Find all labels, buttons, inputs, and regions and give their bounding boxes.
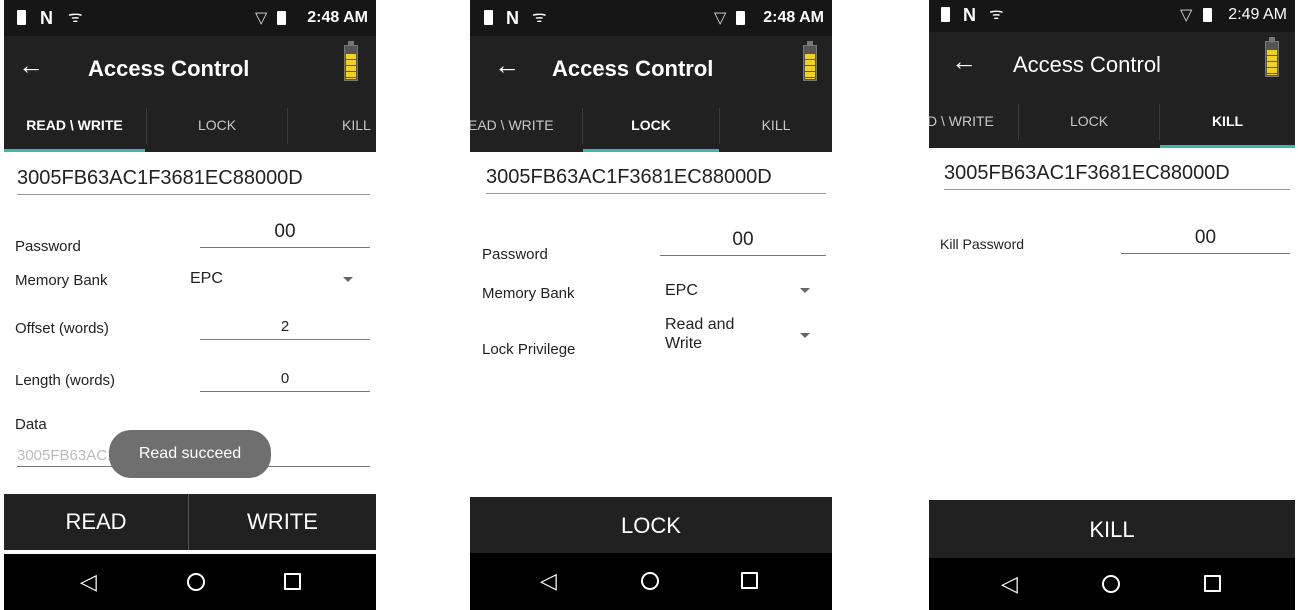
status-bar: N ᯤ ▽ 2:49 AM (929, 0, 1295, 32)
battery-small-icon (484, 10, 493, 25)
back-arrow-icon[interactable]: ← (951, 46, 977, 76)
signal-icon: ᯤ (532, 9, 547, 26)
n-icon: N (506, 8, 519, 28)
tab-kill[interactable]: KILL (720, 100, 832, 152)
password-label: Password (482, 246, 548, 263)
tab-read-write[interactable]: READ \ WRITE (4, 100, 145, 152)
n-icon: N (40, 8, 53, 28)
nav-bar: ◁ (4, 554, 376, 610)
tab-bar: D \ WRITE LOCK KILL (929, 96, 1295, 148)
nav-recent-icon[interactable] (741, 572, 758, 589)
app-bar: ← Access Control (929, 32, 1295, 96)
password-input[interactable]: 00 (200, 221, 370, 248)
status-bar: N ᯤ ▽ 2:48 AM (470, 0, 832, 36)
reader-battery-icon (1265, 37, 1279, 77)
tab-kill[interactable]: KILL (324, 100, 376, 152)
tab-read-write[interactable]: D \ WRITE (929, 96, 1015, 148)
clock: 2:49 AM (1228, 6, 1287, 23)
memory-bank-label: Memory Bank (482, 285, 575, 302)
password-label: Password (15, 238, 81, 255)
wifi-icon: ▽ (714, 10, 727, 27)
tag-id-field[interactable]: 3005FB63AC1F3681EC88000D (944, 162, 1290, 190)
tag-id-field[interactable]: 3005FB63AC1F3681EC88000D (17, 167, 370, 195)
nav-recent-icon[interactable] (284, 573, 301, 590)
nav-back-icon[interactable]: ◁ (540, 569, 557, 593)
memory-bank-label: Memory Bank (15, 272, 108, 289)
nav-back-icon[interactable]: ◁ (1001, 572, 1018, 596)
app-bar: ← Access Control (470, 36, 832, 100)
memory-bank-select[interactable]: EPC (665, 282, 698, 300)
tab-bar: READ \ WRITE LOCK KILL (4, 100, 376, 152)
data-label: Data (15, 416, 47, 433)
phone-read-write: N ᯤ ▽ 2:48 AM ← Access Control READ \ WR… (4, 0, 376, 610)
nav-recent-icon[interactable] (1204, 575, 1221, 592)
tab-bar: EAD \ WRITE LOCK KILL (470, 100, 832, 152)
wifi-icon: ▽ (1180, 7, 1193, 24)
reader-battery-icon (344, 41, 358, 81)
signal-icon: ᯤ (68, 9, 83, 26)
tab-kill[interactable]: KILL (1160, 96, 1295, 148)
reader-battery-icon (803, 41, 817, 81)
tab-lock[interactable]: LOCK (147, 100, 287, 152)
tab-read-write[interactable]: EAD \ WRITE (470, 100, 580, 152)
phone-kill: N ᯤ ▽ 2:49 AM ← Access Control D \ WRITE… (929, 0, 1295, 610)
tag-id-field[interactable]: 3005FB63AC1F3681EC88000D (486, 166, 826, 194)
dropdown-arrow-icon[interactable] (800, 288, 810, 293)
dropdown-arrow-icon[interactable] (800, 333, 810, 338)
nav-bar: ◁ (929, 558, 1295, 610)
signal-icon: ᯤ (989, 6, 1004, 23)
lock-button[interactable]: LOCK (470, 497, 832, 553)
battery-status-icon (277, 11, 286, 25)
read-button[interactable]: READ (4, 494, 188, 550)
page-title: Access Control (552, 56, 714, 81)
kill-password-input[interactable]: 00 (1121, 227, 1290, 254)
offset-label: Offset (words) (15, 320, 109, 337)
status-bar: N ᯤ ▽ 2:48 AM (4, 0, 376, 36)
dropdown-arrow-icon[interactable] (343, 277, 353, 282)
phone-lock: N ᯤ ▽ 2:48 AM ← Access Control EAD \ WRI… (470, 0, 832, 610)
page-title: Access Control (88, 56, 250, 81)
app-bar: ← Access Control (4, 36, 376, 100)
back-arrow-icon[interactable]: ← (494, 50, 520, 80)
clock: 2:48 AM (307, 9, 368, 26)
nav-home-icon[interactable] (1102, 575, 1120, 593)
battery-status-icon (736, 11, 745, 25)
nav-home-icon[interactable] (187, 573, 205, 591)
nav-home-icon[interactable] (641, 572, 659, 590)
lock-privilege-label: Lock Privilege (482, 341, 576, 358)
kill-password-label: Kill Password (940, 236, 1025, 252)
write-button[interactable]: WRITE (189, 494, 376, 550)
nav-back-icon[interactable]: ◁ (80, 570, 97, 594)
battery-small-icon (17, 10, 26, 25)
battery-status-icon (1203, 8, 1212, 22)
toast-message: Read succeed (109, 430, 271, 478)
kill-button[interactable]: KILL (929, 500, 1295, 558)
tab-lock[interactable]: LOCK (1019, 96, 1159, 148)
memory-bank-select[interactable]: EPC (190, 270, 223, 288)
password-input[interactable]: 00 (660, 229, 826, 256)
n-icon: N (963, 5, 976, 25)
back-arrow-icon[interactable]: ← (18, 50, 44, 80)
length-label: Length (words) (15, 372, 116, 389)
tab-lock[interactable]: LOCK (583, 100, 719, 152)
battery-small-icon (941, 7, 950, 22)
wifi-icon: ▽ (255, 10, 268, 27)
length-input[interactable]: 0 (200, 370, 370, 392)
offset-input[interactable]: 2 (200, 318, 370, 340)
lock-privilege-select[interactable]: Read and Write (665, 315, 765, 353)
page-title: Access Control (1013, 52, 1161, 77)
nav-bar: ◁ (470, 553, 832, 610)
clock: 2:48 AM (763, 9, 824, 26)
